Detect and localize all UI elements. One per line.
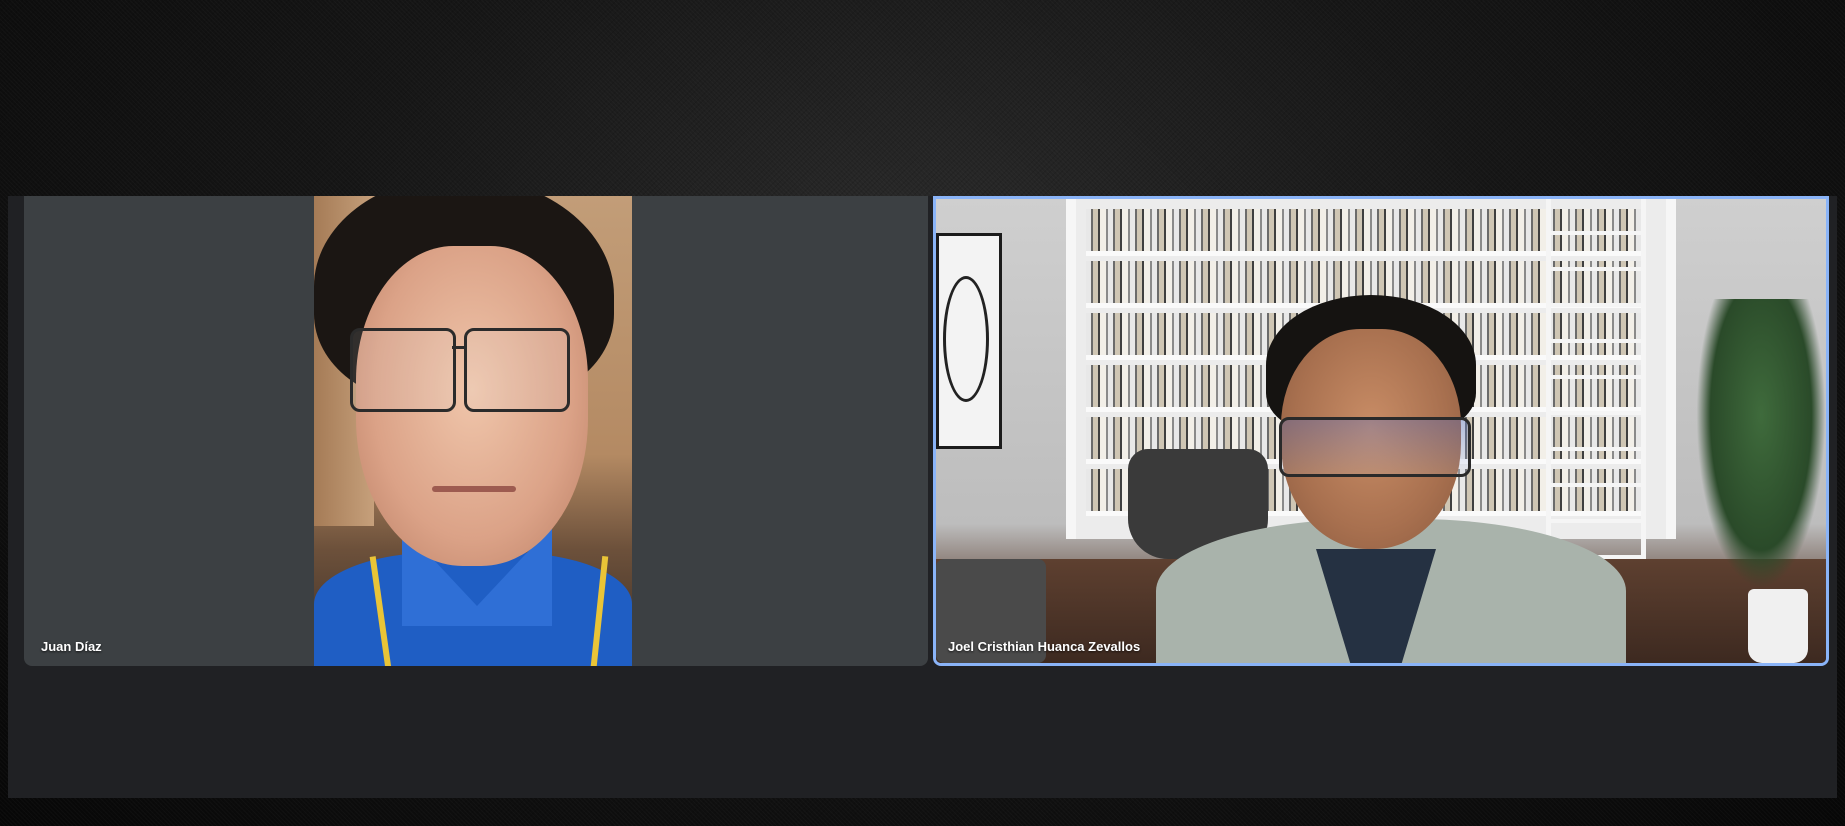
participant-name-label: Joel Cristhian Huanca Zevallos <box>948 639 1141 654</box>
video-grid: Juan Díaz Joel Cristhian Huanca Zevallos <box>8 196 1837 798</box>
participant-video <box>314 196 632 666</box>
participant-name-label: Juan Díaz <box>41 639 102 654</box>
participant-tile-juan-diaz[interactable]: Juan Díaz <box>24 196 928 666</box>
participant-tile-joel-huanca[interactable]: Joel Cristhian Huanca Zevallos <box>933 196 1829 666</box>
participant-video <box>936 199 1826 663</box>
